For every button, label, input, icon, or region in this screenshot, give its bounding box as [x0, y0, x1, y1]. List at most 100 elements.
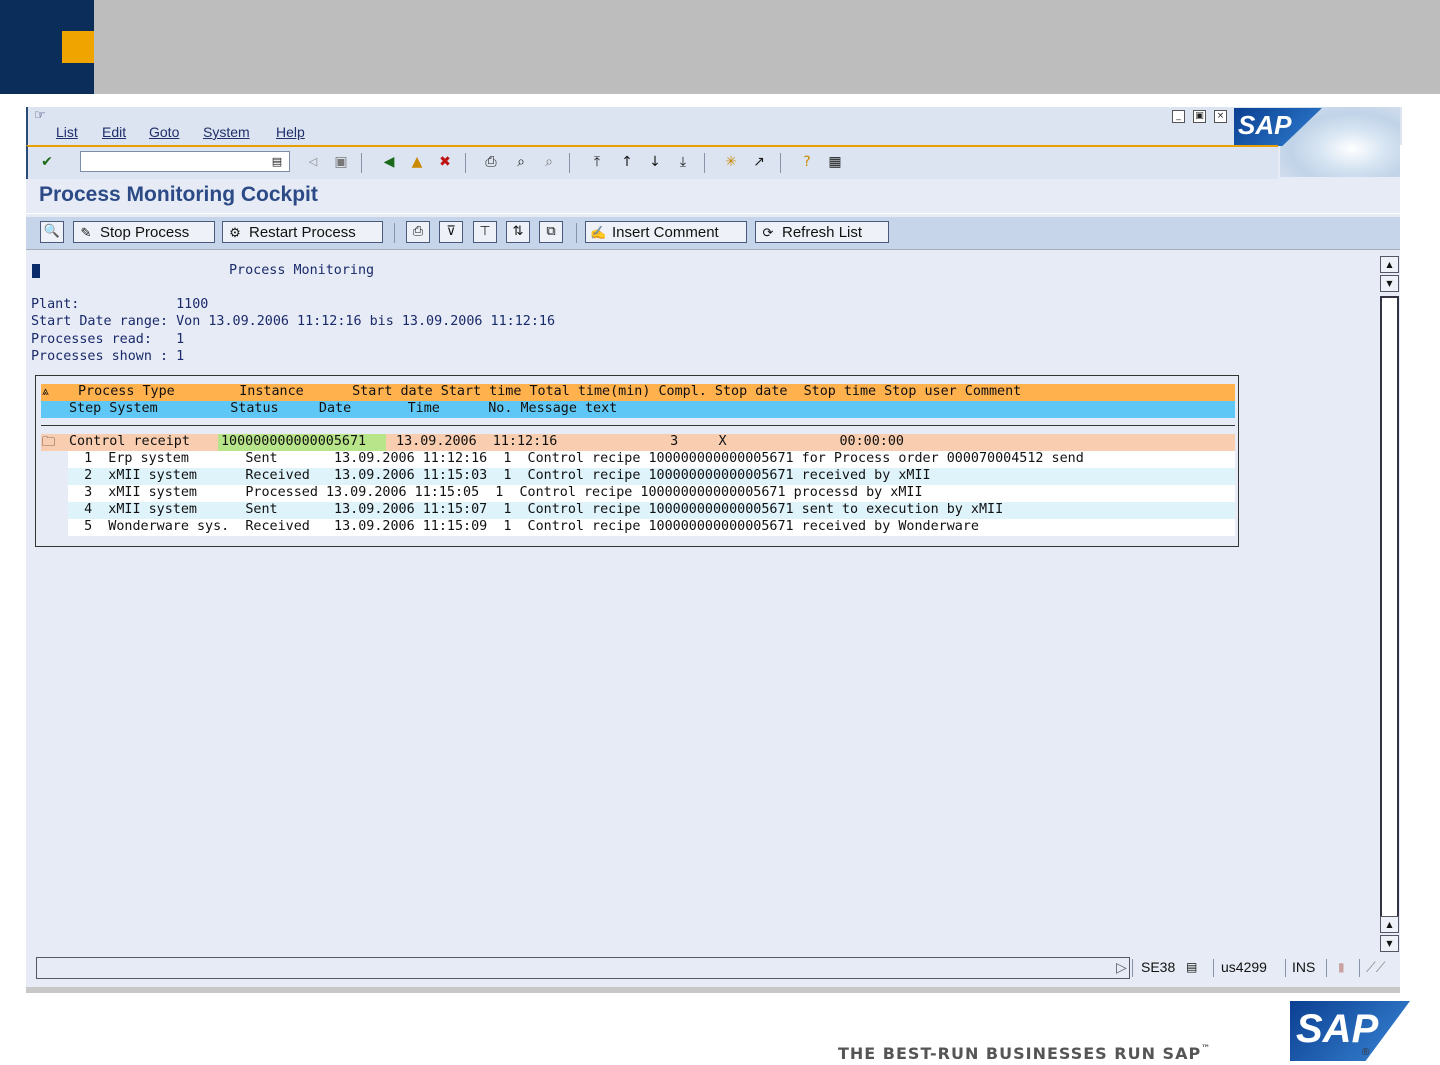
toolbar-separator: [465, 153, 466, 173]
report-date-range: Start Date range: Von 13.09.2006 11:12:1…: [31, 314, 556, 329]
title-divider: [26, 213, 1400, 214]
scroll-up-icon[interactable]: ▼: [1380, 275, 1399, 292]
status-bar: ▷ SE38 ▤ us4299 INS ▮ ⟋⟋: [36, 957, 1399, 979]
group-row-values: 13.09.2006 11:12:16 3 X 00:00:00: [388, 434, 904, 449]
table-row[interactable]: 1 Erp system Sent 13.09.2006 11:12:16 1 …: [68, 451, 1235, 468]
cancel-icon[interactable]: ✖: [436, 153, 454, 171]
status-separator: [1285, 959, 1286, 977]
minimize-icon[interactable]: _: [1172, 110, 1185, 123]
vertical-scrollbar[interactable]: ▲ ▼ ▲ ▼: [1379, 256, 1399, 952]
details-icon[interactable]: 🔍: [40, 221, 64, 243]
slide-header-bar: [94, 0, 1440, 94]
status-separator: [1213, 959, 1214, 977]
print-icon[interactable]: ⎙: [482, 153, 500, 171]
stop-process-icon: ✎: [80, 225, 92, 240]
status-expand-icon[interactable]: ▷: [1116, 957, 1127, 977]
status-server: us4299: [1221, 959, 1267, 975]
toolbar-separator: [394, 223, 395, 243]
report-plant: Plant: 1100: [31, 297, 209, 312]
restore-icon[interactable]: ▣: [1193, 110, 1206, 123]
stop-process-button[interactable]: ✎ Stop Process: [73, 221, 215, 243]
exit-icon[interactable]: ▲: [408, 153, 426, 171]
command-field-history-icon[interactable]: ▤: [268, 153, 286, 171]
table-subheader-row: Step System Status Date Time No. Message…: [41, 401, 1235, 418]
menu-goto[interactable]: Goto: [149, 124, 179, 140]
footer-tagline: THE BEST-RUN BUSINESSES RUN SAP™: [838, 1044, 1211, 1063]
report-heading: Process Monitoring: [229, 263, 375, 278]
page-title: Process Monitoring Cockpit: [39, 183, 318, 206]
status-separator: [1132, 959, 1133, 977]
insert-comment-button[interactable]: ✍ Insert Comment: [585, 221, 747, 243]
menu-edit[interactable]: Edit: [102, 124, 126, 140]
refresh-list-button[interactable]: ⟳ Refresh List: [755, 221, 889, 243]
restart-process-button[interactable]: ⚙ Restart Process: [222, 221, 383, 243]
print-list-icon[interactable]: ⎙: [406, 221, 430, 243]
table-row[interactable]: 4 xMII system Sent 13.09.2006 11:15:07 1…: [68, 502, 1235, 519]
table-header-process: Process Type Instance Start date Start t…: [78, 384, 1022, 399]
expand-all-icon[interactable]: ⩓: [42, 384, 49, 399]
insert-comment-label: Insert Comment: [612, 224, 719, 241]
enter-icon[interactable]: ✔: [38, 153, 56, 171]
menu-list[interactable]: List: [56, 124, 78, 140]
set-filter-icon[interactable]: ⊽: [439, 221, 463, 243]
scroll-page-up-icon[interactable]: ▲: [1380, 256, 1399, 273]
command-field[interactable]: [80, 151, 290, 172]
scroll-page-down-icon[interactable]: ▼: [1380, 935, 1399, 952]
restart-process-label: Restart Process: [249, 224, 356, 241]
save-icon[interactable]: ▣: [332, 153, 350, 171]
status-message-field: [36, 957, 1130, 979]
next-page-icon[interactable]: ↓: [646, 153, 664, 171]
comment-icon: ✍: [590, 225, 607, 240]
table-row[interactable]: 2 xMII system Received 13.09.2006 11:15:…: [68, 468, 1235, 485]
group-instance-cell[interactable]: 100000000000005671: [218, 434, 386, 451]
help-icon[interactable]: ?: [798, 153, 816, 171]
filter-icon[interactable]: ⊤: [473, 221, 497, 243]
footer-sap-logo-text: SAP: [1296, 1007, 1379, 1051]
last-page-icon[interactable]: ⤓: [674, 153, 692, 171]
sort-icon[interactable]: ⇅: [506, 221, 530, 243]
toolbar-separator: [576, 223, 577, 243]
find-next-icon[interactable]: ⌕: [540, 153, 558, 171]
table-divider: [41, 425, 1235, 426]
status-separator: [1326, 959, 1327, 977]
resize-grip-icon[interactable]: ⟋⟋: [1366, 957, 1386, 977]
status-list-icon[interactable]: ▤: [1186, 957, 1197, 977]
close-icon[interactable]: ×: [1214, 110, 1227, 123]
window-bottom-border: [26, 987, 1400, 993]
standard-toolbar: ✔ ▤ ◁ ▣ ◀ ▲ ✖ ⎙ ⌕ ⌕ ⤒ ↑ ↓ ⤓ ✳ ↗ ? ▦: [26, 145, 1278, 179]
slide-header-orange-square: [62, 31, 94, 63]
application-toolbar: 🔍 ✎ Stop Process ⚙ Restart Process ⎙ ⊽ ⊤ ⇅…: [26, 217, 1400, 250]
table-row[interactable]: 3 xMII system Processed 13.09.2006 11:15…: [68, 485, 1235, 502]
folder-icon[interactable]: 🗀: [42, 433, 55, 455]
first-page-icon[interactable]: ⤒: [588, 153, 606, 171]
report-processes-shown: Processes shown : 1: [31, 349, 185, 364]
table-row[interactable]: 5 Wonderware sys. Received 13.09.2006 11…: [68, 519, 1235, 536]
back-icon[interactable]: ◀: [380, 153, 398, 171]
menu-help[interactable]: Help: [276, 124, 305, 140]
status-separator: [1359, 959, 1360, 977]
create-session-icon[interactable]: ✳: [722, 153, 740, 171]
toolbar-separator: [780, 153, 781, 173]
back-arrow-icon[interactable]: ◁: [304, 153, 322, 171]
layout-menu-icon[interactable]: ▦: [826, 153, 844, 171]
footer-tm: ™: [1201, 1044, 1212, 1054]
report-processes-read: Processes read: 1: [31, 332, 185, 347]
scrollbar-track[interactable]: [1380, 296, 1399, 918]
menu-system[interactable]: System: [203, 124, 250, 140]
shortcut-icon[interactable]: ↗: [750, 153, 768, 171]
table-header-step: Step System Status Date Time No. Message…: [69, 401, 618, 416]
restart-process-icon: ⚙: [229, 225, 241, 240]
sap-logo-text: SAP: [1238, 110, 1292, 140]
toolbar-separator: [361, 153, 362, 173]
step-row-text: 5 Wonderware sys. Received 13.09.2006 11…: [68, 519, 979, 534]
sap-gui-window: ☞ List Edit Goto System Help _ ▣ × SAP ✔…: [26, 107, 1402, 993]
export-icon[interactable]: ⧉: [539, 221, 563, 243]
status-mode[interactable]: INS: [1292, 957, 1315, 977]
menu-system-icon[interactable]: ☞: [34, 108, 46, 123]
find-icon[interactable]: ⌕: [512, 153, 530, 171]
footer-tagline-text: THE BEST-RUN BUSINESSES RUN SAP: [838, 1044, 1202, 1063]
scroll-down-icon[interactable]: ▲: [1380, 916, 1399, 933]
footer-registered-mark: ®: [1362, 1047, 1370, 1058]
previous-page-icon[interactable]: ↑: [618, 153, 636, 171]
footer-sap-logo: SAP: [1290, 1001, 1410, 1061]
